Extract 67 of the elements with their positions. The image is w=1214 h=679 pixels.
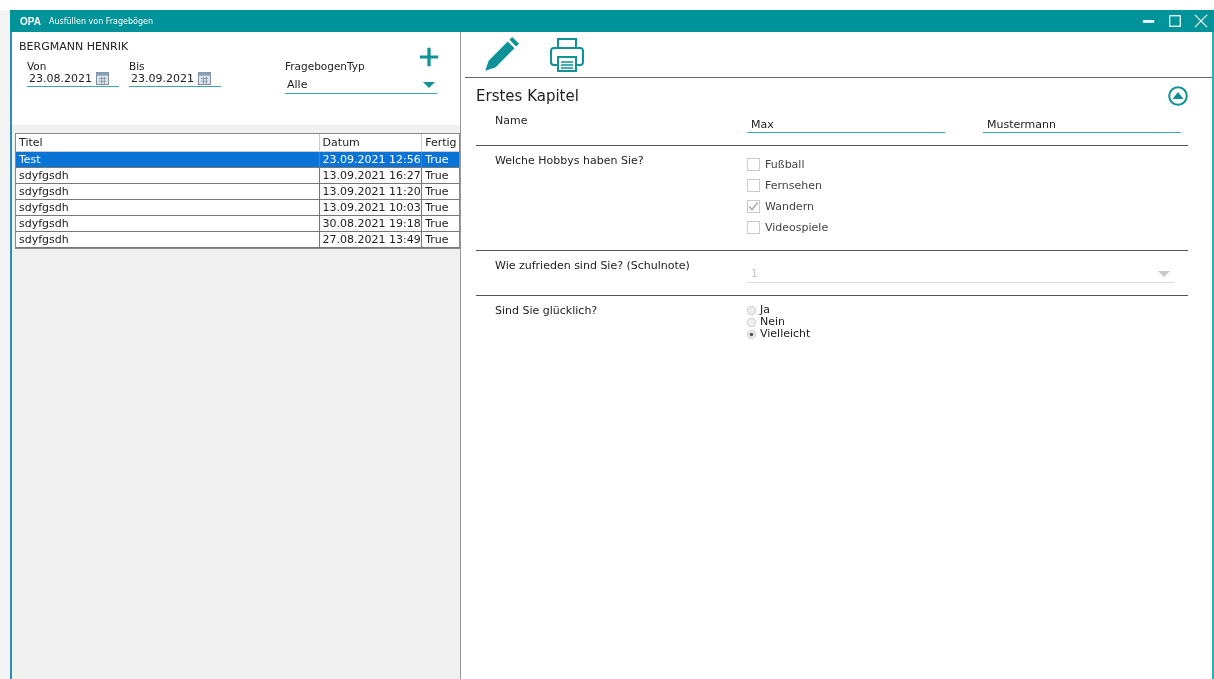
table-cell-text: Test [18, 152, 42, 167]
printer-icon[interactable] [549, 36, 585, 73]
date-label: Von [27, 60, 48, 72]
table-cell: True [421, 168, 459, 183]
checkbox[interactable] [747, 158, 760, 171]
checkbox[interactable] [747, 200, 760, 213]
table-cell: True [421, 232, 459, 247]
column-header[interactable]: Fertig [421, 134, 459, 151]
collapse-icon[interactable] [1168, 86, 1188, 106]
table-cell: True [421, 184, 459, 199]
table-cell-text: sdyfgsdh [18, 184, 70, 199]
table-row[interactable]: sdyfgsdh 30.08.2021 19:18 True [16, 216, 459, 232]
window-title: Ausfüllen von Fragebögen [48, 16, 153, 26]
table-cell-text: sdyfgsdh [18, 232, 70, 247]
table-cell: 13.09.2021 10:03 [318, 200, 422, 215]
checkbox-label: Fernsehen [765, 179, 822, 192]
table-row[interactable]: sdyfgsdh 27.08.2021 13:49 True [16, 232, 459, 248]
table-cell: 27.08.2021 13:49 [318, 232, 422, 247]
patient-name: BERGMANN HENRIK [19, 40, 129, 53]
table-row[interactable]: sdyfgsdh 13.09.2021 16:27 True [16, 168, 459, 184]
checkbox[interactable] [747, 179, 760, 192]
date-label: Bis [129, 60, 146, 72]
table-row[interactable]: sdyfgsdh 13.09.2021 10:03 True [16, 200, 459, 216]
radio-label: Ja [760, 304, 770, 316]
text-field[interactable]: Mustermann [983, 118, 1181, 133]
question-label: Welche Hobbys haben Sie? [495, 154, 645, 169]
question-label: Sind Sie glücklich? [495, 304, 599, 319]
caret-icon [423, 81, 435, 88]
radio-button[interactable] [747, 329, 756, 339]
column-header[interactable]: Datum [318, 134, 422, 151]
table-cell: 13.09.2021 16:27 [318, 168, 422, 183]
table-cell: True [421, 152, 459, 167]
app-logo: OPA [20, 15, 41, 27]
radio-label: Nein [760, 316, 786, 328]
radio-button[interactable] [747, 317, 756, 327]
checkbox[interactable] [747, 221, 760, 234]
caret-icon [1158, 270, 1170, 277]
question-label: Wie zufrieden sind Sie? (Schulnote) [495, 259, 691, 274]
table-cell: True [421, 200, 459, 215]
checkbox-label: Videospiele [765, 221, 829, 234]
maximize-icon[interactable] [1168, 14, 1182, 28]
type-label: FragebogenTyp [285, 60, 366, 72]
calendar-icon[interactable] [96, 72, 109, 85]
table-cell: True [421, 216, 459, 231]
checkbox-label: Wandern [765, 200, 814, 213]
table-cell: 13.09.2021 11:20 [318, 184, 422, 199]
table-row[interactable]: sdyfgsdh 13.09.2021 11:20 True [16, 184, 459, 200]
chapter-title: Erstes Kapitel [476, 87, 579, 105]
table-row[interactable]: Test 23.09.2021 12:56 True [16, 152, 459, 168]
table-cell: 23.09.2021 12:56 [318, 152, 422, 167]
text-field[interactable]: Max [747, 118, 945, 133]
table-cell-text: sdyfgsdh [18, 200, 70, 215]
radio-label: Vielleicht [760, 328, 811, 340]
date-field[interactable]: 23.08.2021 [27, 72, 119, 87]
question-label: Name [495, 114, 529, 129]
pencil-icon[interactable] [483, 36, 519, 73]
table-cell-text: sdyfgsdh [18, 168, 70, 183]
type-dropdown[interactable]: Alle [285, 72, 437, 94]
table-cell-text: sdyfgsdh [18, 216, 70, 231]
radio-button[interactable] [747, 305, 756, 315]
close-icon[interactable] [1194, 14, 1208, 28]
add-icon[interactable] [418, 46, 440, 68]
checkbox-label: Fußball [765, 158, 805, 171]
column-header[interactable]: Titel [16, 134, 319, 151]
calendar-icon[interactable] [198, 72, 211, 85]
table-cell: 30.08.2021 19:18 [318, 216, 422, 231]
date-field[interactable]: 23.09.2021 [129, 72, 221, 87]
